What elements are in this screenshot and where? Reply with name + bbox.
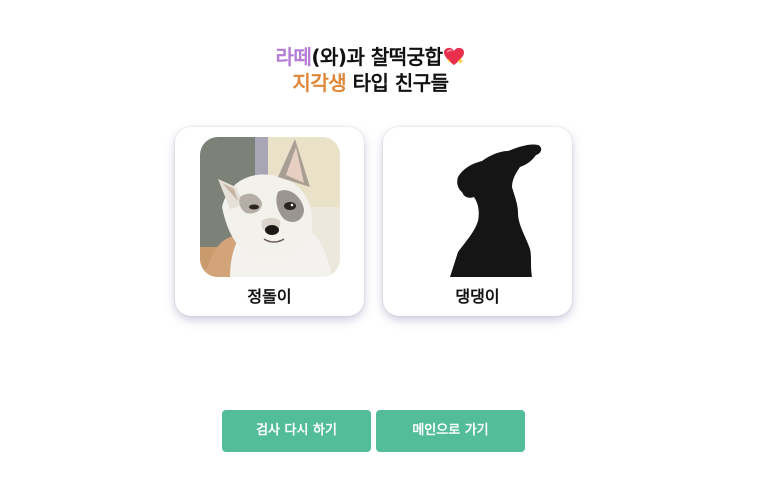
heading-line-1-text: (와)과 찰떡궁합: [311, 45, 443, 69]
heading-line-2: 지각생 타입 친구들: [0, 70, 741, 96]
sparkling-heart-icon: [444, 47, 465, 66]
friend-name: 정돌이: [247, 287, 292, 306]
heading-line-2-text: 타입 친구들: [346, 71, 449, 95]
result-heading: 라떼(와)과 찰떡궁합 지각생 타입 친구들: [0, 44, 741, 96]
dog-silhouette: [408, 137, 548, 277]
friend-name: 댕댕이: [455, 287, 500, 306]
dog-photo: [200, 137, 340, 277]
type-name: 라떼: [275, 45, 312, 69]
go-main-button[interactable]: 메인으로 가기: [376, 410, 525, 452]
heading-line-1: 라떼(와)과 찰떡궁합: [0, 44, 741, 70]
friend-card-1[interactable]: 정돌이: [175, 127, 364, 316]
retry-test-button[interactable]: 검사 다시 하기: [222, 410, 371, 452]
friend-card-2[interactable]: 댕댕이: [383, 127, 572, 316]
friend-type-name: 지각생: [292, 71, 347, 95]
